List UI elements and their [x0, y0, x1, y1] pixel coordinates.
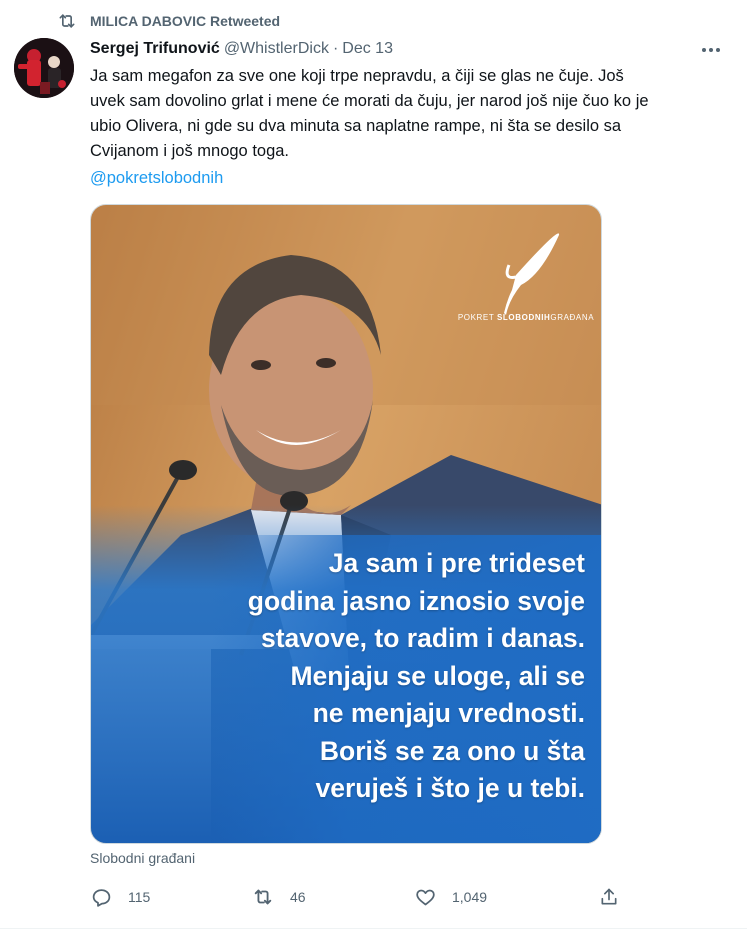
retweet-count: 46	[290, 889, 306, 905]
reply-count: 115	[128, 889, 151, 905]
retweet-context[interactable]: MILICA DABOVIC Retweeted	[56, 10, 280, 32]
tweet-text-line: Cvijanom i još mnogo toga.	[90, 142, 290, 160]
retweet-icon	[252, 886, 274, 908]
heart-icon	[414, 886, 436, 908]
tweet-image[interactable]: POKRET SLOBODNIHGRAĐANA Ja sam i pre tri…	[90, 204, 602, 844]
quote-line: Boriš se za ono u šta	[319, 735, 585, 766]
source-label[interactable]: Slobodni građani	[90, 850, 195, 866]
logo-bold: SLOBODNIH	[497, 313, 551, 322]
retweet-icon	[56, 10, 78, 32]
author-name[interactable]: Sergej Trifunović	[90, 40, 220, 58]
more-icon	[701, 40, 721, 58]
header-separator: ·	[332, 40, 339, 57]
retweet-button[interactable]: 46	[252, 884, 306, 910]
share-icon	[598, 886, 620, 908]
mention-link[interactable]: @pokretslobodnih	[90, 166, 223, 191]
tweet-text-line: Ja sam megafon za sve one koji trpe nepr…	[90, 67, 624, 85]
quote-line: godina jasno iznosio svoje	[247, 585, 585, 616]
tweet-date[interactable]: Dec 13	[342, 40, 393, 58]
more-options-button[interactable]	[698, 36, 724, 62]
tweet-actions: 115 46 1,049	[90, 884, 630, 910]
share-button[interactable]	[598, 884, 620, 910]
reply-icon	[90, 886, 112, 908]
quote-line: veruješ i što je u tebi.	[315, 773, 585, 803]
quote-line: ne menjaju vrednosti.	[312, 698, 585, 728]
author-handle[interactable]: @WhistlerDick	[224, 40, 329, 58]
reply-button[interactable]: 115	[90, 884, 150, 910]
logo-prefix: POKRET	[457, 313, 497, 322]
quote-line: Menjaju se uloge, ali se	[290, 660, 585, 691]
quote-line: stavove, to radim i danas.	[260, 623, 585, 653]
like-button[interactable]: 1,049	[414, 884, 487, 910]
retweet-label: MILICA DABOVIC Retweeted	[90, 13, 281, 29]
media-quote: Ja sam i pre trideset godina jasno iznos…	[225, 545, 585, 808]
avatar[interactable]	[14, 38, 74, 98]
tweet-header: Sergej Trifunović @WhistlerDick · Dec 13	[90, 38, 393, 60]
logo-suffix: GRAĐANA	[550, 313, 595, 322]
tweet-text: Ja sam megafon za sve one koji trpe nepr…	[90, 64, 730, 164]
tweet[interactable]: MILICA DABOVIC Retweeted Sergej Trifunov…	[0, 0, 747, 929]
quote-line: Ja sam i pre trideset	[328, 548, 585, 578]
like-count: 1,049	[452, 889, 488, 905]
tweet-text-line: uvek sam dovolino grlat i mene će morati…	[90, 92, 649, 110]
tweet-text-line: ubio Olivera, ni gde su dva minuta sa na…	[90, 117, 622, 135]
media-logo: POKRET SLOBODNIHGRAĐANA	[451, 313, 601, 322]
